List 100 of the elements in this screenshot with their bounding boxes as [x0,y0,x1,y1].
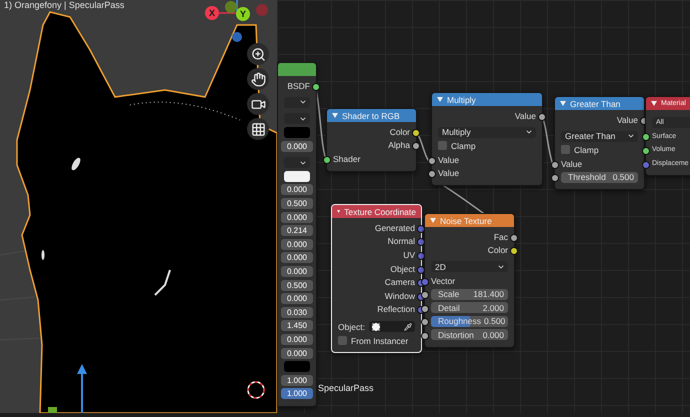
socket-label: Value [616,114,638,125]
dropdown[interactable]: Greater Than [561,130,638,142]
socket-dot[interactable] [510,234,518,242]
checkbox-label: From Instancer [351,336,408,346]
value-field[interactable]: 0.000 [281,238,313,250]
eyedropper-icon[interactable] [404,322,412,331]
number-field[interactable]: Detail 2.000 [431,302,508,314]
socket-dot[interactable] [642,160,650,169]
socket-dot[interactable] [428,156,436,165]
value-field[interactable]: 0.000 [281,293,313,304]
checkbox-label: Clamp [451,140,476,151]
number-field[interactable]: Distortion 0.000 [431,329,508,340]
caret-icon[interactable] [437,97,443,102]
3d-viewport[interactable]: 1) Orangefony | SpecularPass X Y [0,0,277,413]
socket-dot[interactable] [412,128,420,137]
node-header[interactable] [278,63,316,76]
value-field[interactable]: 0.500 [281,198,313,210]
value-field[interactable]: 0.500 [281,280,313,291]
node-title: Greater Than [570,98,620,108]
node-editor-canvas[interactable] [277,0,690,413]
value-field[interactable]: 0.000 [281,252,313,264]
caret-icon[interactable] [651,101,657,106]
node-card[interactable]: Shader to RGB Color Alpha Shader [326,108,417,172]
dropdown[interactable] [284,113,310,124]
value-field[interactable]: 0.000 [281,266,313,278]
socket-dot[interactable] [642,133,650,142]
socket-dot[interactable] [421,291,429,300]
socket-label: Reflection [377,304,415,314]
dropdown[interactable]: 2D [431,261,508,272]
value-field[interactable]: 0.000 [281,184,313,196]
socket-label: Alpha [388,140,410,150]
socket-label: Vector [431,276,456,286]
caret-icon[interactable] [332,113,338,118]
chevron-icon [525,128,533,136]
y-axis-handle[interactable]: Y [236,7,250,21]
socket-dot[interactable] [412,142,420,150]
node-title: Noise Texture [440,216,492,226]
node-card[interactable]: Texture Coordinate Generated Normal UV Object Camera Window Reflection Object: From Instancer [331,204,422,354]
node-header[interactable]: Shader to RGB [327,109,416,122]
socket-label: Object [390,264,415,274]
checkbox[interactable] [338,336,347,346]
socket-label: Value [514,110,536,121]
value-field[interactable]: 0.030 [281,306,313,318]
socket-label: Camera [384,277,415,288]
node-header[interactable]: Greater Than [555,97,644,110]
viewport-title: 1) Orangefony | SpecularPass [4,0,124,10]
value-field[interactable]: 0.000 [281,348,313,359]
chevron-icon [299,158,307,167]
value-field[interactable]: 0.214 [281,225,313,236]
node-title: Shader to RGB [342,110,400,120]
dropdown[interactable] [284,96,310,108]
socket-label: Window [384,290,415,301]
socket-dot[interactable] [642,146,650,155]
caret-icon[interactable] [430,218,436,223]
caret-icon[interactable] [560,101,566,106]
socket-dot[interactable] [421,318,429,326]
value-field[interactable]: 0.000 [281,140,313,152]
socket-label: Value [438,168,460,178]
value-field[interactable]: 1.450 [281,320,313,332]
socket-label: Normal [388,236,415,246]
socket-dot[interactable] [510,247,518,256]
color-field[interactable] [284,170,310,182]
socket-dot[interactable] [551,160,559,169]
value-field[interactable]: 0.000 [281,334,313,345]
socket-dot[interactable] [421,332,429,340]
checkbox[interactable] [561,145,570,154]
chevron-icon [497,262,505,271]
value-field[interactable]: 1.000 [281,374,313,386]
socket-label: Shader [333,154,360,164]
node-title: Multiply [447,94,476,104]
socket-dot[interactable] [551,174,559,182]
node-card[interactable]: BSDF 0.000 0.000 0.500 0.000 0.214 0.000 0.000 0.000 0.500 0.000 0.030 1.450 0.000 0.000 1.000 1.000 [277,62,317,407]
checkbox[interactable] [438,141,447,150]
socket-dot[interactable] [323,156,331,164]
field-label: Object: [338,322,365,332]
socket-dot[interactable] [312,82,320,91]
camera-icon[interactable] [247,93,269,115]
socket-dot[interactable] [538,112,546,121]
dropdown[interactable]: Multiply [438,126,536,138]
node-title: Texture Coordinate [344,206,416,216]
caret-icon[interactable] [337,209,340,214]
socket-dot[interactable] [421,278,429,286]
socket-label: Fac [494,232,508,242]
socket-dot[interactable] [428,170,436,178]
value-field[interactable]: 0.000 [281,212,313,223]
zoom-icon[interactable] [247,43,269,65]
number-field[interactable]: Scale 181.400 [431,288,508,300]
socket-dot[interactable] [421,304,429,313]
object-icon [372,322,380,331]
color-field[interactable] [284,127,310,138]
socket-label: UV [403,250,415,260]
color-field[interactable] [284,361,310,372]
node-card[interactable]: Multiply Value Multiply Clamp Value Value [431,92,543,186]
object-field[interactable] [368,321,415,332]
node-header[interactable]: Multiply [432,93,542,106]
value-field[interactable]: 1.000 [281,388,313,400]
dropdown[interactable] [284,157,310,168]
node-header[interactable]: Texture Coordinate [332,205,421,218]
number-field[interactable]: Threshold 0.500 [561,172,638,183]
x-axis-handle[interactable]: X [205,6,219,20]
